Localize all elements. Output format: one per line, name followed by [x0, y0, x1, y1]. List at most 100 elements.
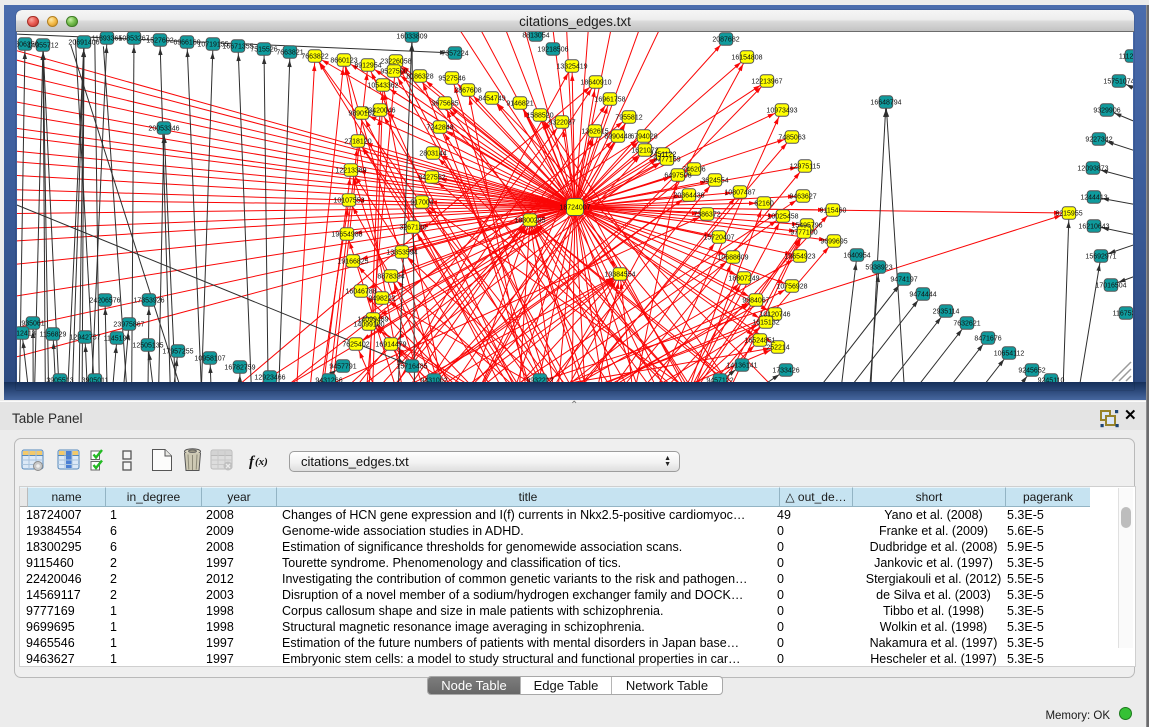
svg-text:3905513: 3905513: [46, 378, 73, 383]
svg-text:9431266: 9431266: [315, 378, 342, 383]
svg-text:10973493: 10973493: [766, 108, 797, 115]
svg-text:23226058: 23226058: [380, 59, 411, 66]
svg-text:2867608: 2867608: [454, 88, 481, 95]
svg-text:9245110: 9245110: [1038, 378, 1065, 383]
svg-text:18807249: 18807249: [728, 276, 759, 283]
svg-text:12093873: 12093873: [1077, 166, 1108, 173]
svg-text:19654988: 19654988: [331, 232, 362, 239]
svg-text:3267130: 3267130: [399, 225, 426, 232]
svg-text:917004: 917004: [410, 200, 433, 207]
svg-text:16648794: 16648794: [870, 100, 901, 107]
svg-text:10853267: 10853267: [118, 36, 149, 43]
svg-text:9322037: 9322037: [548, 120, 575, 127]
svg-text:1167533: 1167533: [1113, 311, 1133, 318]
svg-text:15720407: 15720407: [703, 235, 734, 242]
svg-text:12975115: 12975115: [790, 164, 821, 171]
svg-text:20364436: 20364436: [673, 193, 704, 200]
svg-text:16782759: 16782759: [224, 365, 255, 372]
svg-text:19166825: 19166825: [337, 259, 368, 266]
svg-text:18640910: 18640910: [580, 80, 611, 87]
svg-text:16046788: 16046788: [345, 289, 376, 296]
svg-text:12213389: 12213389: [335, 168, 366, 175]
svg-text:1145194: 1145194: [104, 336, 131, 343]
svg-text:16524851: 16524851: [744, 338, 775, 345]
svg-text:7242848: 7242848: [426, 125, 453, 132]
svg-text:7515526: 7515526: [250, 47, 277, 54]
svg-text:3675685: 3675685: [431, 101, 458, 108]
svg-text:16210643: 16210643: [1078, 224, 1109, 231]
svg-text:8186328: 8186328: [406, 74, 433, 81]
svg-text:17957255: 17957255: [162, 349, 193, 356]
svg-text:14055712: 14055712: [27, 43, 58, 50]
svg-text:3624554: 3624554: [701, 178, 728, 185]
svg-text:8471676: 8471676: [974, 336, 1001, 343]
svg-text:12923466: 12923466: [254, 375, 285, 382]
svg-text:15495796: 15495796: [791, 223, 822, 230]
svg-text:2718120: 2718120: [344, 139, 371, 146]
svg-text:9457791: 9457791: [329, 364, 356, 371]
svg-text:9890162: 9890162: [348, 111, 375, 118]
svg-text:12942757: 12942757: [69, 335, 100, 342]
svg-text:7625402: 7625402: [342, 342, 369, 349]
svg-text:10543362: 10543362: [367, 83, 398, 90]
svg-text:9474444: 9474444: [909, 292, 936, 299]
svg-text:2087682: 2087682: [712, 37, 739, 44]
svg-text:9457122: 9457122: [706, 378, 733, 383]
svg-text:10120746: 10120746: [759, 312, 790, 319]
svg-text:9777100: 9777100: [790, 230, 817, 237]
svg-text:9329906: 9329906: [1093, 108, 1120, 115]
svg-text:10756928: 10756928: [776, 284, 807, 291]
svg-text:(x): (x): [255, 456, 268, 468]
svg-text:62160: 62160: [754, 201, 774, 208]
svg-text:15716485: 15716485: [396, 364, 427, 371]
svg-text:13353594: 13353594: [386, 250, 417, 257]
svg-text:16033809: 16033809: [396, 34, 427, 41]
svg-text:14136141: 14136141: [726, 363, 757, 370]
svg-text:13325419: 13325419: [556, 64, 587, 71]
svg-text:9699695: 9699695: [820, 239, 847, 246]
svg-text:16914479: 16914479: [375, 342, 406, 349]
svg-text:6497508: 6497508: [664, 173, 691, 180]
svg-text:2935114: 2935114: [933, 309, 960, 316]
svg-text:1244413: 1244413: [1080, 195, 1107, 202]
svg-text:10958107: 10958107: [194, 356, 225, 363]
svg-text:9527546: 9527546: [438, 76, 465, 83]
svg-text:6794028: 6794028: [630, 134, 657, 141]
svg-text:1733426: 1733426: [772, 368, 799, 375]
svg-text:9463627: 9463627: [789, 194, 816, 201]
svg-text:10807487: 10807487: [724, 190, 755, 197]
svg-text:9227342: 9227342: [1085, 137, 1112, 144]
svg-text:8813054: 8813054: [522, 33, 549, 40]
svg-text:935061: 935061: [21, 321, 44, 328]
svg-text:1156829: 1156829: [40, 332, 67, 339]
svg-text:23975867: 23975867: [113, 322, 144, 329]
svg-text:15692971: 15692971: [1085, 254, 1116, 261]
svg-text:16671355: 16671355: [222, 44, 253, 51]
svg-text:8215955: 8215955: [1055, 211, 1082, 218]
svg-text:19218506: 19218506: [537, 47, 568, 54]
svg-text:24206576: 24206576: [89, 298, 120, 305]
svg-text:9527500: 9527500: [380, 69, 407, 76]
svg-text:10654112: 10654112: [994, 351, 1025, 358]
svg-text:7663821: 7663821: [276, 50, 303, 57]
svg-text:17016504: 17016504: [1095, 283, 1126, 290]
svg-text:10025458: 10025458: [767, 214, 798, 221]
svg-text:7955812: 7955812: [615, 115, 642, 122]
svg-text:14099100: 14099100: [353, 322, 384, 329]
svg-text:19384554: 19384554: [604, 272, 635, 279]
svg-text:1112045: 1112045: [1119, 54, 1133, 61]
svg-text:3905011: 3905011: [82, 378, 109, 383]
svg-text:16154808: 16154808: [731, 55, 762, 62]
svg-text:7357224: 7357224: [441, 51, 468, 58]
svg-text:5938923: 5938923: [865, 265, 892, 272]
svg-text:3912413: 3912413: [17, 331, 36, 338]
svg-text:10688609: 10688609: [717, 255, 748, 262]
svg-text:9777169: 9777169: [653, 157, 680, 164]
svg-text:9498222: 9498222: [368, 296, 395, 303]
svg-text:1615132: 1615132: [752, 320, 779, 327]
svg-text:12213967: 12213967: [751, 79, 782, 86]
svg-text:1640954: 1640954: [843, 253, 870, 260]
svg-text:8454749: 8454749: [478, 96, 505, 103]
svg-text:7485063: 7485063: [778, 135, 805, 142]
svg-text:2803144: 2803144: [419, 151, 446, 158]
